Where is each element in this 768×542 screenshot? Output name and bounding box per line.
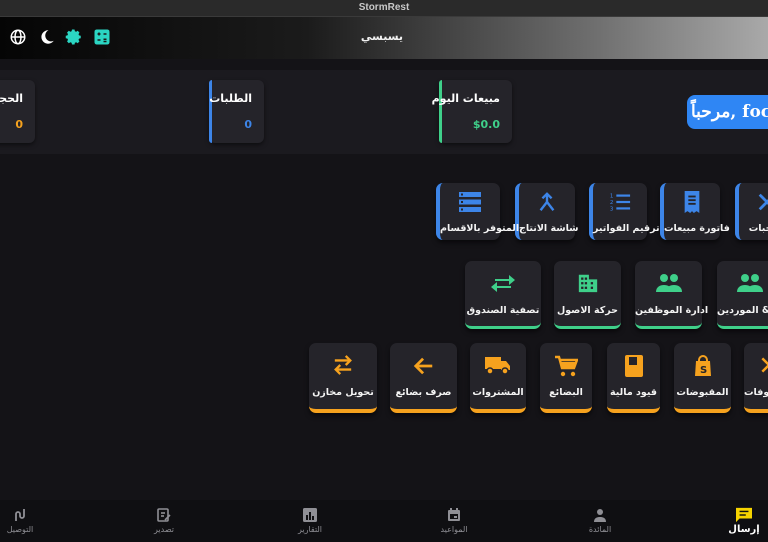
stat-label: الحجوزات: [0, 92, 23, 105]
compare-arrows-icon: [490, 273, 516, 297]
tile-expenses[interactable]: المصروفات: [744, 343, 768, 413]
nav-label: المواعيد: [440, 525, 468, 534]
route-icon: [13, 507, 27, 526]
nav-item-send[interactable]: إرسال: [704, 500, 768, 542]
tile-label: تحويل مخازن: [312, 387, 374, 398]
close-icon: [756, 191, 768, 217]
stats-band: مبيعات اليوم $0.0 الطلبات 0 الحجوزات 0: [0, 70, 768, 154]
tile-label: ترقيم الفواتير: [593, 223, 660, 234]
swap-icon: [332, 355, 354, 379]
tile-label: المقبوضات: [676, 387, 729, 398]
cart-icon: [554, 354, 579, 382]
nav-item-table[interactable]: المائدة: [560, 500, 640, 542]
storage-icon: [458, 191, 482, 217]
tile-label: المشتروات: [472, 387, 524, 398]
tile-label: الوجبات: [748, 223, 768, 234]
tile-label: المصروفات: [744, 387, 768, 398]
receipt-icon: [681, 190, 703, 218]
tile-label: تصفية الصندوق: [466, 305, 540, 316]
tile-cash-settlement[interactable]: تصفية الصندوق: [465, 261, 541, 329]
numbered-list-icon: 123: [609, 191, 631, 217]
tile-customers-suppliers[interactable]: العملاء & الموردين: [717, 261, 768, 329]
tile-label: شاشة الانتاج: [519, 223, 579, 234]
tile-warehouse-transfer[interactable]: تحويل مخازن: [309, 343, 377, 413]
people-icon: [737, 273, 763, 297]
nav-label: التقارير: [297, 525, 323, 534]
welcome-badge: مرحباً, foch: [687, 95, 768, 129]
tile-purchases[interactable]: المشتروات: [470, 343, 526, 413]
nav-label: المائدة: [588, 525, 612, 534]
calculator-icon[interactable]: [93, 28, 111, 46]
svg-text:1: 1: [610, 193, 614, 199]
tile-financial-entries[interactable]: قيود مالية: [607, 343, 660, 413]
svg-text:3: 3: [610, 206, 614, 212]
person-icon: [593, 507, 607, 526]
building-icon: [577, 272, 599, 298]
close-icon: [759, 355, 768, 379]
stat-value: 0: [15, 118, 23, 131]
tile-meals[interactable]: الوجبات: [735, 183, 768, 240]
window-title: StormRest: [0, 0, 768, 17]
nav-item-appointments[interactable]: المواعيد: [414, 500, 494, 542]
shopping-bag-icon: S: [693, 355, 713, 381]
merge-icon: [536, 191, 558, 217]
tile-available-sections[interactable]: المتوفر بالاقسام: [436, 183, 520, 240]
nav-label: تصدير: [153, 525, 174, 534]
chart-icon: [303, 507, 317, 526]
group-icon: [655, 273, 682, 297]
stat-card-reservations[interactable]: الحجوزات 0: [0, 80, 35, 143]
tile-label: العملاء & الموردين: [717, 305, 768, 316]
nav-label: التوصيل: [6, 525, 34, 534]
calendar-icon: [447, 507, 461, 526]
globe-icon[interactable]: [9, 28, 27, 46]
stat-card-sales[interactable]: مبيعات اليوم $0.0: [432, 80, 512, 143]
svg-text:S: S: [700, 365, 707, 376]
arrow-left-icon: [413, 355, 435, 381]
stat-label: مبيعات اليوم: [431, 92, 500, 105]
tile-invoice-numbering[interactable]: 123 ترقيم الفواتير: [589, 183, 660, 240]
tile-label: فاتورة مبيعات: [664, 223, 730, 234]
dark-mode-icon[interactable]: [38, 28, 56, 46]
svg-text:2: 2: [610, 200, 614, 206]
tile-sales-invoice[interactable]: فاتورة مبيعات: [660, 183, 730, 240]
export-icon: [157, 507, 171, 526]
nav-item-reports[interactable]: التقارير: [270, 500, 350, 542]
book-icon: [624, 354, 644, 382]
tile-goods-dispatch[interactable]: صرف بضائع: [390, 343, 457, 413]
stat-value: 0: [244, 118, 252, 131]
app-bar: يسبسي: [0, 17, 768, 59]
truck-icon: [485, 355, 511, 379]
stat-label: الطلبات: [209, 92, 252, 105]
settings-gear-icon[interactable]: [65, 28, 83, 46]
tile-receipts[interactable]: S المقبوضات: [674, 343, 731, 413]
tile-label: قيود مالية: [610, 387, 657, 398]
nav-label: إرسال: [728, 524, 760, 535]
tile-label: ادارة الموظفين: [635, 305, 709, 316]
bottom-navigation: إرسال المائدة المواعيد التقارير تصدير ال…: [0, 500, 768, 542]
nav-item-delivery[interactable]: التوصيل: [0, 500, 60, 542]
stat-card-orders[interactable]: الطلبات 0: [209, 80, 264, 143]
tile-goods[interactable]: البضائع: [540, 343, 592, 413]
stat-value: $0.0: [472, 118, 500, 131]
nav-item-export[interactable]: تصدير: [124, 500, 204, 542]
tile-employee-management[interactable]: ادارة الموظفين: [635, 261, 709, 329]
page-title: يسبسي: [360, 30, 404, 43]
tile-production-screen[interactable]: شاشة الانتاج: [515, 183, 579, 240]
tile-asset-movement[interactable]: حركة الاصول: [554, 261, 621, 329]
tile-label: حركة الاصول: [556, 305, 619, 316]
tile-label: المتوفر بالاقسام: [440, 223, 520, 234]
tile-label: صرف بضائع: [395, 387, 452, 398]
tile-label: البضائع: [549, 387, 583, 398]
